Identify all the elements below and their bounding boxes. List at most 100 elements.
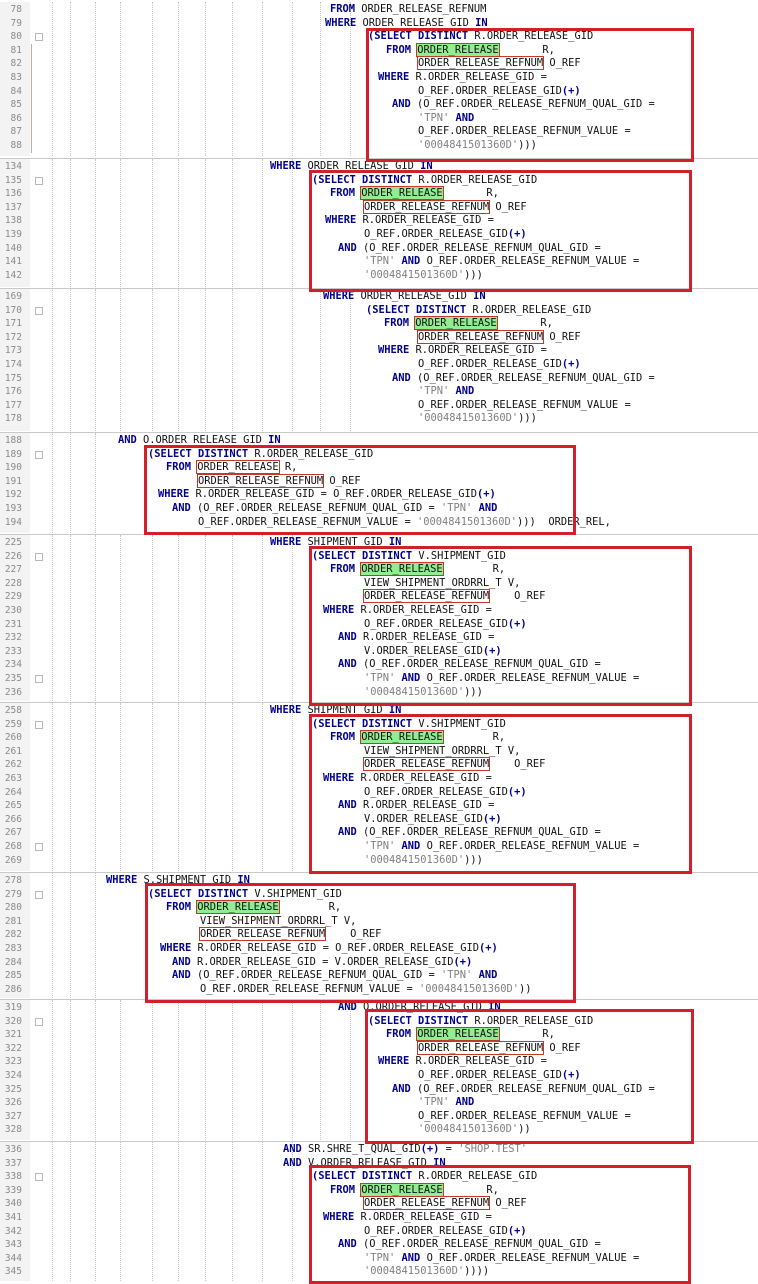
code-text[interactable]: ORDER_RELEASE_REFNUM O_REF	[362, 199, 527, 215]
code-text[interactable]: 'TPN' AND	[418, 385, 474, 399]
code-text[interactable]: '0004841501360D'))	[418, 1123, 531, 1137]
code-text[interactable]: '0004841501360D')))	[418, 139, 537, 153]
code-text[interactable]: WHERE R.ORDER_RELEASE_GID = O_REF.ORDER_…	[160, 942, 498, 956]
code-text[interactable]: WHERE R.ORDER_RELEASE_GID =	[378, 1055, 547, 1069]
code-text[interactable]: O_REF.ORDER_RELEASE_GID(+)	[364, 228, 527, 242]
code-text[interactable]: WHERE R.ORDER_RELEASE_GID =	[323, 1211, 492, 1225]
code-text[interactable]: FROM ORDER_RELEASE R,	[386, 42, 555, 58]
code-text[interactable]: ORDER_RELEASE_REFNUM O_REF	[416, 329, 581, 345]
code-text[interactable]: WHERE R.ORDER_RELEASE_GID =	[325, 214, 494, 228]
code-text[interactable]: WHERE R.ORDER_RELEASE_GID = O_REF.ORDER_…	[158, 488, 496, 502]
code-text[interactable]: FROM ORDER_RELEASE R,	[330, 1182, 499, 1198]
code-text[interactable]: 'TPN' AND O_REF.ORDER_RELEASE_REFNUM_VAL…	[364, 672, 639, 686]
code-text[interactable]: VIEW_SHIPMENT_ORDRRL_T V,	[364, 577, 520, 591]
fold-toggle-icon[interactable]	[35, 552, 43, 561]
code-text[interactable]: WHERE ORDER_RELEASE_GID IN	[323, 290, 486, 304]
code-text[interactable]: '0004841501360D'))))	[364, 1265, 489, 1279]
code-text[interactable]: AND SR.SHRE_T_QUAL_GID(+) = 'SHOP.TEST'	[283, 1143, 527, 1157]
code-text[interactable]: 'TPN' AND	[418, 112, 474, 126]
code-text[interactable]: AND (O_REF.ORDER_RELEASE_REFNUM_QUAL_GID…	[338, 826, 601, 840]
code-text[interactable]: AND (O_REF.ORDER_RELEASE_REFNUM_QUAL_GID…	[392, 1083, 655, 1097]
code-text[interactable]: V.ORDER_RELEASE_GID(+)	[364, 645, 502, 659]
code-text[interactable]: (SELECT DISTINCT V.SHIPMENT_GID	[312, 550, 506, 564]
code-text[interactable]: O_REF.ORDER_RELEASE_GID(+)	[418, 1069, 581, 1083]
code-text[interactable]: 'TPN' AND O_REF.ORDER_RELEASE_REFNUM_VAL…	[364, 840, 639, 854]
code-text[interactable]: AND R.ORDER_RELEASE_GID = V.ORDER_RELEAS…	[172, 956, 472, 970]
code-text[interactable]: AND O.ORDER_RELEASE_GID IN	[118, 434, 281, 448]
fold-toggle-icon[interactable]	[35, 843, 43, 851]
code-text[interactable]: O_REF.ORDER_RELEASE_GID(+)	[364, 618, 527, 632]
code-text[interactable]: AND (O_REF.ORDER_RELEASE_REFNUM_QUAL_GID…	[392, 372, 655, 386]
code-text[interactable]: O_REF.ORDER_RELEASE_GID(+)	[364, 786, 527, 800]
fold-toggle-icon[interactable]	[35, 176, 43, 185]
code-text[interactable]: WHERE R.ORDER_RELEASE_GID =	[378, 71, 547, 85]
code-text[interactable]: AND V.ORDER_RELEASE_GID IN	[283, 1157, 446, 1171]
code-text[interactable]: ORDER_RELEASE_REFNUM O_REF	[362, 1196, 527, 1211]
code-text[interactable]: FROM ORDER_RELEASE R,	[330, 730, 505, 745]
code-text[interactable]: O_REF.ORDER_RELEASE_REFNUM_VALUE = '0004…	[198, 516, 611, 530]
code-text[interactable]: O_REF.ORDER_RELEASE_REFNUM_VALUE = '0004…	[200, 983, 532, 997]
code-text[interactable]: (SELECT DISTINCT R.ORDER_RELEASE_GID	[368, 1015, 593, 1029]
code-text[interactable]: '0004841501360D')))	[364, 854, 483, 868]
code-text[interactable]: FROM ORDER_RELEASE R,	[166, 900, 341, 915]
code-text[interactable]: AND R.ORDER_RELEASE_GID =	[338, 799, 494, 813]
fold-toggle-icon[interactable]	[35, 450, 43, 459]
fold-toggle-icon[interactable]	[35, 306, 43, 315]
code-text[interactable]: WHERE R.ORDER_RELEASE_GID =	[323, 604, 492, 618]
fold-toggle-icon[interactable]	[35, 890, 43, 899]
fold-toggle-icon[interactable]	[35, 1017, 43, 1026]
code-text[interactable]: WHERE ORDER_RELEASE_GID IN	[325, 17, 488, 31]
code-text[interactable]: AND (O_REF.ORDER_RELEASE_REFNUM_QUAL_GID…	[338, 242, 601, 256]
code-text[interactable]: '0004841501360D')))	[418, 412, 537, 426]
code-text[interactable]: ORDER_RELEASE_REFNUM O_REF	[362, 757, 545, 772]
code-text[interactable]: V.ORDER_RELEASE_GID(+)	[364, 813, 502, 827]
code-text[interactable]: '0004841501360D')))	[364, 686, 483, 700]
code-text[interactable]: AND (O_REF.ORDER_RELEASE_REFNUM_QUAL_GID…	[172, 969, 497, 983]
code-text[interactable]: FROM ORDER_RELEASE R,	[166, 460, 297, 475]
code-text[interactable]: '0004841501360D')))	[364, 269, 483, 283]
code-text[interactable]: WHERE SHIPMENT_GID IN	[270, 704, 401, 718]
code-text[interactable]: (SELECT DISTINCT V.SHIPMENT_GID	[148, 888, 342, 902]
code-text[interactable]: WHERE R.ORDER_RELEASE_GID =	[378, 344, 547, 358]
code-text[interactable]: AND (O_REF.ORDER_RELEASE_REFNUM_QUAL_GID…	[392, 98, 655, 112]
code-text[interactable]: WHERE SHIPMENT_GID IN	[270, 536, 401, 550]
code-text[interactable]: 'TPN' AND O_REF.ORDER_RELEASE_REFNUM_VAL…	[364, 255, 639, 269]
code-text[interactable]: ORDER_RELEASE_REFNUM O_REF	[416, 56, 581, 71]
code-text[interactable]: ORDER_RELEASE_REFNUM O_REF	[198, 927, 381, 942]
code-text[interactable]: FROM ORDER_RELEASE R,	[330, 186, 499, 201]
code-text[interactable]: O_REF.ORDER_RELEASE_REFNUM_VALUE =	[418, 399, 631, 413]
code-text[interactable]: VIEW_SHIPMENT_ORDRRL_T V,	[200, 915, 356, 929]
code-text[interactable]: AND (O_REF.ORDER_RELEASE_REFNUM_QUAL_GID…	[172, 502, 497, 516]
code-text[interactable]: AND R.ORDER_RELEASE_GID =	[338, 631, 494, 645]
code-text[interactable]: O_REF.ORDER_RELEASE_GID(+)	[418, 85, 581, 99]
code-text[interactable]: (SELECT DISTINCT R.ORDER_RELEASE_GID	[366, 304, 591, 318]
code-text[interactable]: AND (O_REF.ORDER_RELEASE_REFNUM_QUAL_GID…	[338, 658, 601, 672]
code-text[interactable]: (SELECT DISTINCT R.ORDER_RELEASE_GID	[312, 174, 537, 188]
code-text[interactable]: FROM ORDER_RELEASE R,	[386, 1027, 555, 1042]
code-text[interactable]: FROM ORDER_RELEASE R,	[384, 316, 553, 331]
code-text[interactable]: ORDER_RELEASE_REFNUM O_REF	[196, 473, 361, 489]
code-text[interactable]: (SELECT DISTINCT R.ORDER_RELEASE_GID	[312, 1170, 537, 1184]
code-text[interactable]: (SELECT DISTINCT R.ORDER_RELEASE_GID	[368, 30, 593, 44]
code-text[interactable]: FROM ORDER_RELEASE_REFNUM	[330, 3, 486, 17]
code-text[interactable]: ORDER_RELEASE_REFNUM O_REF	[362, 589, 545, 604]
code-text[interactable]: O_REF.ORDER_RELEASE_GID(+)	[418, 358, 581, 372]
code-text[interactable]: AND O.ORDER_RELEASE_GID IN	[338, 1001, 501, 1015]
code-text[interactable]: 'TPN' AND	[418, 1096, 474, 1110]
fold-toggle-icon[interactable]	[35, 675, 43, 683]
fold-toggle-icon[interactable]	[35, 33, 43, 42]
fold-toggle-icon[interactable]	[35, 720, 43, 729]
code-text[interactable]: (SELECT DISTINCT V.SHIPMENT_GID	[312, 718, 506, 732]
code-text[interactable]: O_REF.ORDER_RELEASE_GID(+)	[364, 1225, 527, 1239]
code-text[interactable]: O_REF.ORDER_RELEASE_REFNUM_VALUE =	[418, 125, 631, 139]
code-text[interactable]: ORDER_RELEASE_REFNUM O_REF	[416, 1040, 581, 1056]
code-text[interactable]: O_REF.ORDER_RELEASE_REFNUM_VALUE =	[418, 1110, 631, 1124]
code-text[interactable]: (SELECT DISTINCT R.ORDER_RELEASE_GID	[148, 448, 373, 462]
code-text[interactable]: 'TPN' AND O_REF.ORDER_RELEASE_REFNUM_VAL…	[364, 1252, 639, 1266]
code-text[interactable]: WHERE S.SHIPMENT_GID IN	[106, 874, 250, 888]
code-text[interactable]: VIEW_SHIPMENT_ORDRRL_T V,	[364, 745, 520, 759]
code-text[interactable]: WHERE R.ORDER_RELEASE_GID =	[323, 772, 492, 786]
code-text[interactable]: WHERE ORDER_RELEASE_GID IN	[270, 160, 433, 174]
fold-toggle-icon[interactable]	[35, 1173, 43, 1182]
code-text[interactable]: FROM ORDER_RELEASE R,	[330, 562, 505, 577]
